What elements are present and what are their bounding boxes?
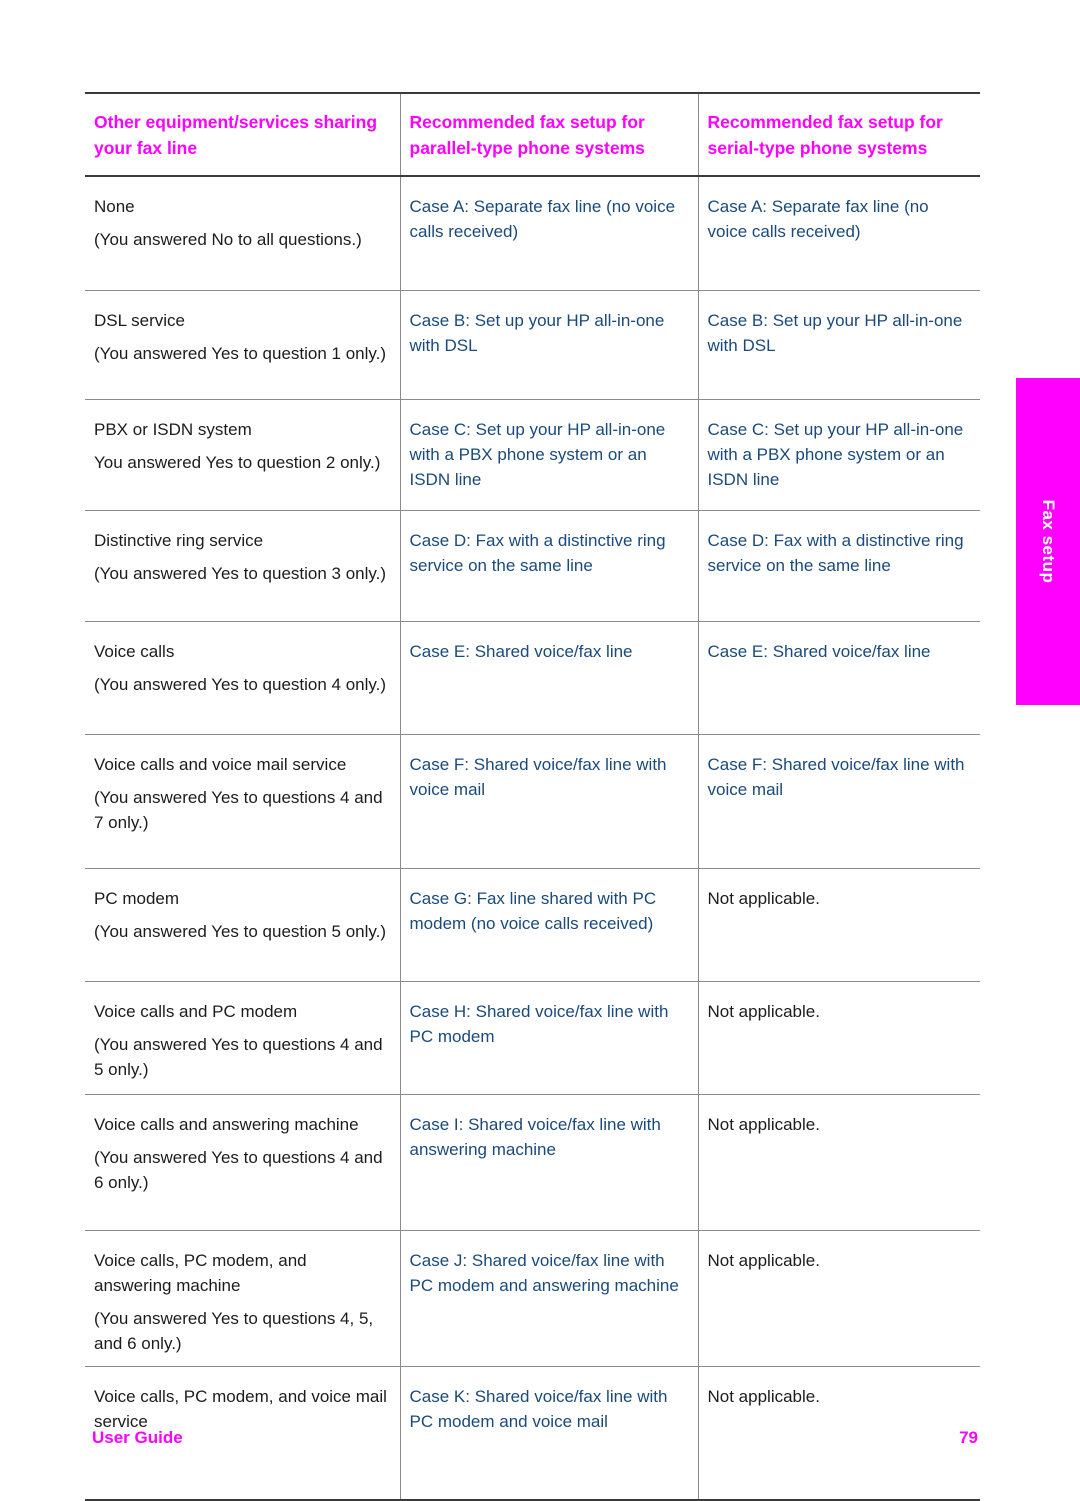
- not-applicable-text: Not applicable.: [707, 889, 820, 908]
- equipment-title: PBX or ISDN system: [94, 420, 252, 439]
- cell-equipment: Voice calls and answering machine (You an…: [85, 1094, 401, 1231]
- column-header-serial-setup: Recommended fax setup for serial-type ph…: [697, 92, 980, 177]
- cell-serial-setup: Not applicable.: [697, 981, 980, 1095]
- equipment-title: PC modem: [94, 889, 180, 908]
- cell-equipment: Voice calls, PC modem, and answering mac…: [85, 1230, 401, 1367]
- case-reference-link[interactable]: Case D: Fax with a distinctive ring serv…: [410, 528, 686, 578]
- equipment-note: (You answered Yes to question 3 only.): [94, 564, 387, 583]
- footer-document-title: User Guide: [92, 1428, 183, 1447]
- cell-serial-setup: Not applicable.: [697, 868, 980, 982]
- cell-equipment: PC modem (You answered Yes to question 5 …: [85, 868, 401, 982]
- cell-serial-setup: Not applicable.: [697, 1230, 980, 1367]
- equipment-note: (You answered Yes to question 1 only.): [94, 344, 387, 363]
- section-thumb-tab-fax-setup: Fax setup: [1016, 378, 1080, 705]
- table-row: Voice calls and answering machine (You an…: [85, 1094, 980, 1231]
- table-header: Other equipment/services sharing your fa…: [85, 92, 980, 177]
- table-row: None (You answered No to all questions.) C…: [85, 175, 980, 291]
- case-reference-link[interactable]: Case D: Fax with a distinctive ring serv…: [708, 528, 969, 578]
- table-row: PC modem (You answered Yes to question 5 …: [85, 868, 980, 982]
- cell-equipment: Distinctive ring service (You answered Ye…: [85, 510, 401, 622]
- equipment-note: (You answered Yes to questions 4 and 5 o…: [94, 1035, 383, 1079]
- table-body: None (You answered No to all questions.) C…: [85, 175, 980, 1501]
- footer-page-number: 79: [959, 1428, 978, 1447]
- not-applicable-text: Not applicable.: [707, 1115, 820, 1134]
- case-reference-link[interactable]: Case E: Shared voice/fax line: [708, 639, 969, 664]
- cell-serial-setup: Case A: Separate fax line (no voice call…: [697, 175, 980, 291]
- table-row: Distinctive ring service (You answered Ye…: [85, 510, 980, 622]
- table-row: Voice calls and PC modem (You answered Ye…: [85, 981, 980, 1095]
- cell-parallel-setup: Case B: Set up your HP all-in-one with D…: [399, 290, 699, 400]
- cell-parallel-setup: Case F: Shared voice/fax line with voice…: [399, 734, 699, 869]
- cell-parallel-setup: Case G: Fax line shared with PC modem (n…: [399, 868, 699, 982]
- case-reference-link[interactable]: Case A: Separate fax line (no voice call…: [410, 194, 686, 244]
- equipment-note: (You answered Yes to question 5 only.): [94, 922, 387, 941]
- cell-equipment: Voice calls and PC modem (You answered Ye…: [85, 981, 401, 1095]
- cell-serial-setup: Case C: Set up your HP all-in-one with a…: [697, 399, 980, 511]
- table-row: DSL service (You answered Yes to question…: [85, 290, 980, 400]
- cell-serial-setup: Case F: Shared voice/fax line with voice…: [697, 734, 980, 869]
- case-reference-link[interactable]: Case J: Shared voice/fax line with PC mo…: [410, 1248, 686, 1298]
- equipment-title: Voice calls and voice mail service: [94, 755, 347, 774]
- case-reference-link[interactable]: Case I: Shared voice/fax line with answe…: [410, 1112, 686, 1162]
- cell-serial-setup: Case D: Fax with a distinctive ring serv…: [697, 510, 980, 622]
- cell-equipment: PBX or ISDN system You answered Yes to qu…: [85, 399, 401, 511]
- cell-equipment: DSL service (You answered Yes to question…: [85, 290, 401, 400]
- not-applicable-text: Not applicable.: [707, 1387, 820, 1406]
- document-page: Fax setup Other equipment/services shari…: [0, 0, 1080, 1501]
- equipment-title: Voice calls, PC modem, and answering mac…: [94, 1251, 307, 1295]
- table-header-row: Other equipment/services sharing your fa…: [85, 92, 980, 177]
- section-thumb-tab-label: Fax setup: [1039, 499, 1058, 584]
- cell-parallel-setup: Case C: Set up your HP all-in-one with a…: [399, 399, 699, 511]
- equipment-title: Voice calls and PC modem: [94, 1002, 298, 1021]
- page-footer: User Guide 79: [85, 1424, 980, 1452]
- case-reference-link[interactable]: Case F: Shared voice/fax line with voice…: [708, 752, 969, 802]
- fax-setup-recommendation-table: Other equipment/services sharing your fa…: [85, 92, 980, 1501]
- equipment-title: DSL service: [94, 311, 186, 330]
- table-row: Voice calls and voice mail service (You a…: [85, 734, 980, 869]
- table-row: Voice calls (You answered Yes to question…: [85, 621, 980, 735]
- equipment-title: Distinctive ring service: [94, 531, 264, 550]
- cell-parallel-setup: Case I: Shared voice/fax line with answe…: [399, 1094, 699, 1231]
- column-header-parallel-setup: Recommended fax setup for parallel-type …: [399, 92, 699, 177]
- equipment-title: Voice calls: [94, 642, 175, 661]
- cell-serial-setup: Case B: Set up your HP all-in-one with D…: [697, 290, 980, 400]
- case-reference-link[interactable]: Case G: Fax line shared with PC modem (n…: [410, 886, 686, 936]
- cell-equipment: None (You answered No to all questions.): [85, 175, 401, 291]
- case-reference-link[interactable]: Case B: Set up your HP all-in-one with D…: [410, 308, 686, 358]
- case-reference-link[interactable]: Case E: Shared voice/fax line: [410, 639, 686, 664]
- table-row: PBX or ISDN system You answered Yes to qu…: [85, 399, 980, 511]
- cell-parallel-setup: Case D: Fax with a distinctive ring serv…: [399, 510, 699, 622]
- cell-serial-setup: Not applicable.: [697, 1094, 980, 1231]
- case-reference-link[interactable]: Case C: Set up your HP all-in-one with a…: [708, 417, 969, 492]
- not-applicable-text: Not applicable.: [707, 1251, 820, 1270]
- table-row: Voice calls, PC modem, and answering mac…: [85, 1230, 980, 1367]
- not-applicable-text: Not applicable.: [707, 1002, 820, 1021]
- case-reference-link[interactable]: Case H: Shared voice/fax line with PC mo…: [410, 999, 686, 1049]
- cell-parallel-setup: Case H: Shared voice/fax line with PC mo…: [399, 981, 699, 1095]
- equipment-title: Voice calls and answering machine: [94, 1115, 359, 1134]
- case-reference-link[interactable]: Case F: Shared voice/fax line with voice…: [410, 752, 686, 802]
- cell-serial-setup: Case E: Shared voice/fax line: [697, 621, 980, 735]
- equipment-note: (You answered No to all questions.): [94, 230, 362, 249]
- cell-equipment: Voice calls and voice mail service (You a…: [85, 734, 401, 869]
- case-reference-link[interactable]: Case B: Set up your HP all-in-one with D…: [708, 308, 969, 358]
- case-reference-link[interactable]: Case A: Separate fax line (no voice call…: [708, 194, 969, 244]
- cell-equipment: Voice calls (You answered Yes to question…: [85, 621, 401, 735]
- equipment-note: (You answered Yes to questions 4, 5, and…: [94, 1309, 374, 1353]
- equipment-note: (You answered Yes to questions 4 and 6 o…: [94, 1148, 383, 1192]
- cell-parallel-setup: Case E: Shared voice/fax line: [399, 621, 699, 735]
- equipment-note: You answered Yes to question 2 only.): [94, 453, 381, 472]
- equipment-note: (You answered Yes to questions 4 and 7 o…: [94, 788, 383, 832]
- cell-parallel-setup: Case J: Shared voice/fax line with PC mo…: [399, 1230, 699, 1367]
- cell-parallel-setup: Case A: Separate fax line (no voice call…: [399, 175, 699, 291]
- column-header-equipment: Other equipment/services sharing your fa…: [85, 92, 401, 177]
- equipment-note: (You answered Yes to question 4 only.): [94, 675, 387, 694]
- case-reference-link[interactable]: Case C: Set up your HP all-in-one with a…: [410, 417, 686, 492]
- equipment-title: None: [94, 197, 135, 216]
